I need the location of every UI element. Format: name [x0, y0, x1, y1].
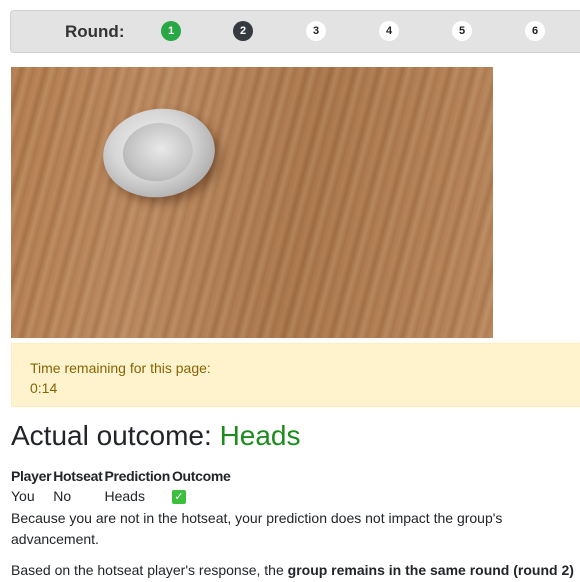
round-indicator-3: 3 — [306, 21, 326, 41]
results-table: Player Hotseat Prediction Outcome You No… — [11, 467, 233, 507]
coin-photo — [11, 67, 493, 338]
header-hotseat: Hotseat — [53, 468, 103, 484]
round-indicator-5: 5 — [452, 21, 472, 41]
group-advancement-message: Based on the hotseat player's response, … — [11, 560, 576, 581]
cell-prediction: Heads — [104, 488, 145, 504]
outcome-heading: Actual outcome: Heads — [11, 420, 301, 452]
cell-hotseat: No — [53, 488, 72, 504]
round-label: Round: — [65, 22, 125, 41]
outcome-prefix: Actual outcome: — [11, 420, 220, 451]
round-indicator-4: 4 — [379, 21, 399, 41]
check-mark-icon: ✓ — [171, 490, 186, 505]
table-header-row: Player Hotseat Prediction Outcome — [11, 467, 233, 485]
header-prediction: Prediction — [104, 468, 170, 484]
header-player: Player — [11, 468, 52, 484]
coin-image — [97, 101, 221, 205]
timer-value: 0:14 — [30, 380, 58, 396]
round-progress-bar: Round: 1 2 3 4 5 6 — [10, 10, 580, 53]
cell-outcome: ✓ — [171, 485, 233, 507]
table-row: You No Heads ✓ — [11, 485, 233, 507]
timer-alert: Time remaining for this page: 0:14 — [11, 343, 580, 407]
advancement-prefix: Based on the hotseat player's response, … — [11, 562, 288, 578]
hotseat-explanation: Because you are not in the hotseat, your… — [11, 510, 503, 547]
header-outcome: Outcome — [171, 468, 231, 484]
cell-player: You — [11, 488, 35, 504]
timer-label: Time remaining for this page: — [30, 360, 211, 376]
advancement-status: group remains in the same round (round 2… — [287, 562, 574, 578]
round-indicator-1: 1 — [161, 21, 181, 41]
round-indicator-6: 6 — [525, 21, 545, 41]
outcome-result: Heads — [219, 420, 301, 451]
round-indicator-2: 2 — [233, 21, 253, 41]
